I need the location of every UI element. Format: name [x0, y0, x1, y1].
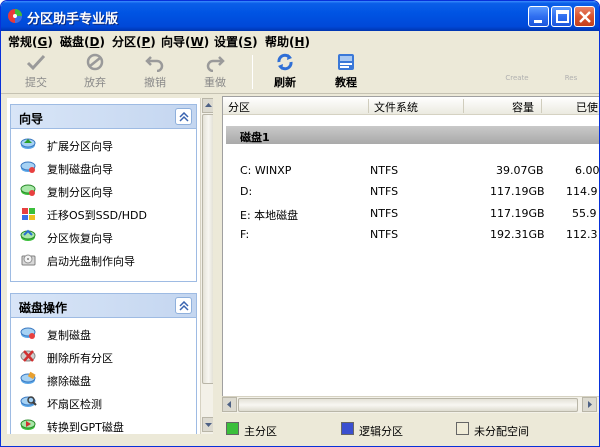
- menu-settings[interactable]: 设置(S): [214, 33, 258, 50]
- delete-partitions-icon: [20, 350, 36, 362]
- tutorial-button[interactable]: 教程: [324, 52, 368, 92]
- toolbar: 提交 放弃 撤销 重做 刷新 教程 Create Res: [1, 49, 599, 94]
- legend-bar: 主分区 逻辑分区 未分配空间: [222, 417, 599, 444]
- wizard-item-bootable-cd[interactable]: 启动光盘制作向导: [11, 248, 196, 271]
- title-bar[interactable]: 分区助手专业版: [1, 1, 599, 31]
- column-header-used[interactable]: 已使: [576, 99, 598, 115]
- window-title: 分区助手专业版: [27, 12, 119, 27]
- diskop-item-copy-disk[interactable]: 复制磁盘: [11, 322, 196, 345]
- wizard-section-header[interactable]: 向导: [11, 105, 196, 129]
- legend-unallocated: 未分配空间: [474, 425, 529, 438]
- diskop-item-delete-all[interactable]: 删除所有分区: [11, 345, 196, 368]
- app-logo-icon: [8, 9, 22, 23]
- extend-partition-icon: [20, 138, 36, 149]
- bad-sector-icon: [20, 396, 37, 407]
- submit-button[interactable]: 提交: [14, 52, 58, 92]
- wizard-item-copy-partition[interactable]: 复制分区向导: [11, 179, 196, 202]
- resize-button[interactable]: Res: [549, 52, 593, 92]
- diskop-item-convert-gpt[interactable]: 转换到GPT磁盘: [11, 414, 196, 437]
- disk-ops-collapse-button[interactable]: [175, 297, 192, 314]
- disk-ops-section: 磁盘操作 复制磁盘 删除所有分区 擦除磁盘 坏扇区检测 转换到GPT磁盘: [10, 293, 197, 434]
- h-scroll-thumb[interactable]: [238, 398, 578, 412]
- disk-ops-section-title: 磁盘操作: [19, 301, 68, 315]
- menu-help[interactable]: 帮助(H): [265, 33, 310, 50]
- legend-logical: 逻辑分区: [359, 425, 403, 438]
- diskop-item-wipe-disk[interactable]: 擦除磁盘: [11, 368, 196, 391]
- wizard-item-partition-recovery[interactable]: 分区恢复向导: [11, 225, 196, 248]
- partition-list-panel: 分区 文件系统 容量 已使 磁盘1 C: WINXP NTFS 39.07GB …: [222, 96, 599, 413]
- menu-disk[interactable]: 磁盘(D): [60, 33, 105, 50]
- app-window: 分区助手专业版 常规(G) 磁盘(D) 分区(P) 向导(W) 设置(S) 帮助…: [0, 0, 600, 447]
- column-header-row: 分区 文件系统 容量 已使: [223, 97, 599, 115]
- arrow-left-icon: [227, 401, 231, 408]
- wipe-disk-icon: [20, 371, 36, 384]
- wizard-item-extend-partition[interactable]: 扩展分区向导: [11, 133, 196, 156]
- menu-partition[interactable]: 分区(P): [112, 33, 156, 50]
- book-icon: [338, 54, 354, 70]
- maximize-button[interactable]: [551, 6, 572, 27]
- scroll-right-button[interactable]: [582, 397, 597, 412]
- primary-partition-swatch: [226, 422, 239, 435]
- column-header-capacity[interactable]: 容量: [512, 99, 534, 115]
- legend-primary: 主分区: [244, 425, 277, 438]
- horizontal-scrollbar[interactable]: [222, 396, 599, 413]
- check-icon: [26, 54, 46, 71]
- menu-general[interactable]: 常规(G): [8, 33, 53, 50]
- chevron-up-icon: [179, 112, 189, 122]
- refresh-button[interactable]: 刷新: [263, 52, 307, 92]
- convert-gpt-icon: [20, 419, 36, 430]
- create-button[interactable]: Create: [495, 52, 539, 92]
- redo-icon: [206, 56, 225, 72]
- migrate-os-icon: [22, 208, 35, 220]
- close-button[interactable]: [574, 6, 595, 27]
- table-row[interactable]: E: 本地磁盘 NTFS 117.19GB 55.9: [223, 203, 599, 223]
- disk-group-header[interactable]: 磁盘1: [226, 126, 599, 144]
- table-row[interactable]: D: NTFS 117.19GB 114.9: [223, 181, 599, 201]
- panel-splitter[interactable]: [213, 98, 219, 434]
- copy-disk-icon: [20, 327, 36, 339]
- chevron-up-icon: [179, 301, 189, 311]
- column-header-partition[interactable]: 分区: [228, 99, 250, 115]
- disk-label: 磁盘1: [240, 131, 270, 144]
- discard-icon: [86, 53, 104, 71]
- wizard-section-title: 向导: [19, 112, 44, 126]
- column-header-filesystem[interactable]: 文件系统: [374, 99, 418, 115]
- partition-recovery-icon: [20, 229, 36, 241]
- table-row[interactable]: F: NTFS 192.31GB 112.3: [223, 224, 599, 244]
- diskop-item-bad-sector[interactable]: 坏扇区检测: [11, 391, 196, 414]
- minimize-button[interactable]: [528, 6, 549, 27]
- bootable-cd-icon: [21, 254, 36, 266]
- discard-button[interactable]: 放弃: [73, 52, 117, 92]
- disk-ops-section-header[interactable]: 磁盘操作: [11, 294, 196, 318]
- toolbar-separator: [252, 55, 253, 89]
- resize-icon: [564, 58, 578, 66]
- table-row[interactable]: C: WINXP NTFS 39.07GB 6.00: [223, 160, 599, 180]
- scroll-left-button[interactable]: [222, 397, 237, 412]
- wizard-collapse-button[interactable]: [175, 108, 192, 125]
- arrow-right-icon: [588, 401, 592, 408]
- menu-wizard[interactable]: 向导(W): [161, 33, 209, 50]
- unallocated-swatch: [456, 422, 469, 435]
- left-panel: 向导 扩展分区向导 复制磁盘向导 复制分区向导 迁移OS到SSD/HDD 分区恢…: [7, 98, 215, 434]
- copy-disk-icon: [20, 161, 36, 173]
- menu-bar: 常规(G) 磁盘(D) 分区(P) 向导(W) 设置(S) 帮助(H): [1, 31, 599, 49]
- logical-partition-swatch: [341, 422, 354, 435]
- create-icon: [510, 58, 524, 66]
- undo-button[interactable]: 撤销: [133, 52, 177, 92]
- wizard-item-copy-disk[interactable]: 复制磁盘向导: [11, 156, 196, 179]
- refresh-icon: [277, 53, 293, 71]
- wizard-item-migrate-os[interactable]: 迁移OS到SSD/HDD: [11, 202, 196, 225]
- undo-icon: [145, 56, 164, 72]
- wizard-section: 向导 扩展分区向导 复制磁盘向导 复制分区向导 迁移OS到SSD/HDD 分区恢…: [10, 104, 197, 282]
- redo-button[interactable]: 重做: [193, 52, 237, 92]
- copy-partition-icon: [20, 184, 36, 196]
